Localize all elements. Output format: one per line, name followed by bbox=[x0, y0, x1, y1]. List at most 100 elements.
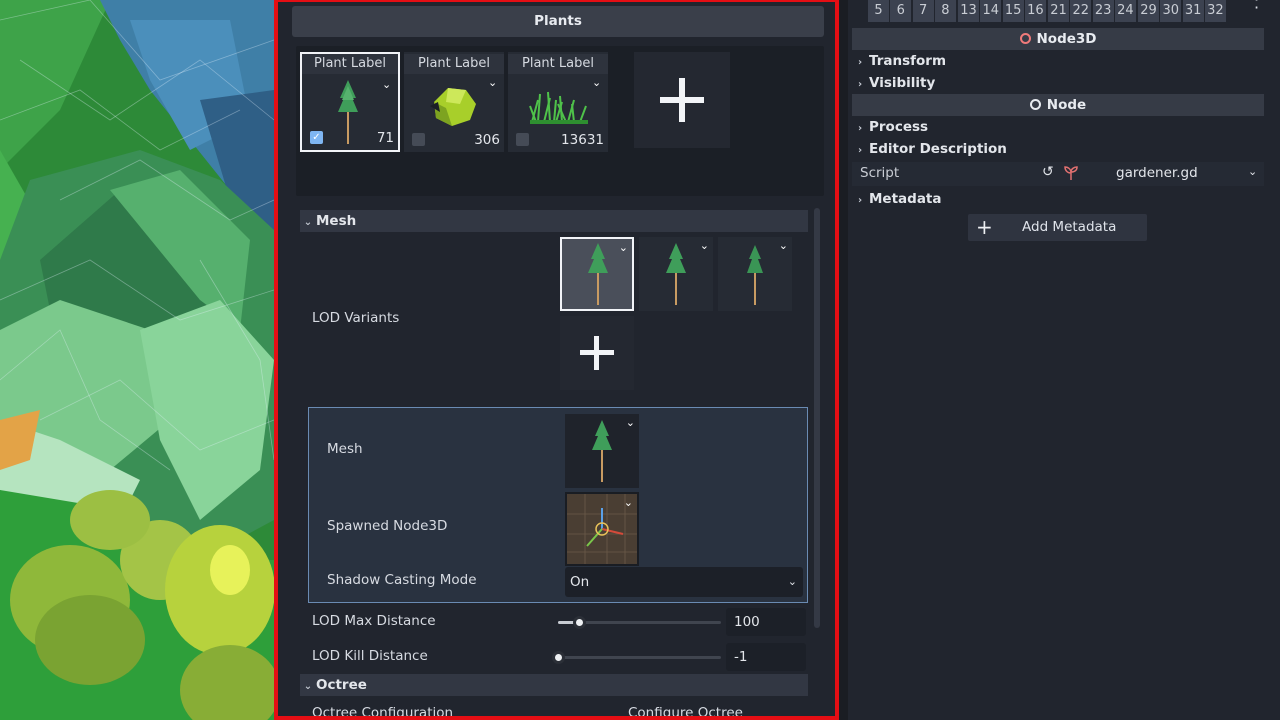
category-title: Node bbox=[1046, 97, 1087, 113]
chevron-down-icon[interactable]: ⌄ bbox=[700, 239, 709, 252]
script-label: Script bbox=[860, 165, 900, 181]
script-property: Script ↺ gardener.gd ⌄ bbox=[852, 162, 1264, 186]
chevron-right-icon: › bbox=[858, 57, 863, 68]
layer-cell[interactable]: 5 bbox=[868, 0, 889, 22]
shadow-casting-select[interactable]: On ⌄ bbox=[565, 567, 803, 597]
layer-cell[interactable]: 15 bbox=[1002, 0, 1024, 22]
chevron-down-icon: ⌄ bbox=[303, 217, 313, 228]
spawned-node3d-label: Spawned Node3D bbox=[327, 518, 448, 534]
chevron-right-icon: › bbox=[858, 145, 863, 156]
node3d-category-header: Node3D bbox=[852, 28, 1264, 50]
layer-cell[interactable]: 13 bbox=[958, 0, 979, 22]
plant-checkbox[interactable] bbox=[516, 133, 529, 146]
lod-variant-tile[interactable]: ⌄ bbox=[718, 237, 792, 311]
plants-panel: Plants Plant Label ⌄ ✓ 71 Plant Label ⌄ … bbox=[278, 0, 835, 720]
plus-icon bbox=[580, 336, 614, 370]
plus-icon: + bbox=[976, 215, 993, 239]
plant-label: Plant Label bbox=[508, 54, 608, 74]
plant-count: 71 bbox=[376, 130, 394, 146]
layer-cell[interactable]: 7 bbox=[912, 0, 934, 22]
section-title: Octree bbox=[316, 677, 367, 693]
panel-separator[interactable] bbox=[839, 0, 848, 720]
editor-description-group[interactable]: › Editor Description bbox=[858, 138, 1007, 160]
lod-variant-tile[interactable]: ⌄ bbox=[560, 237, 634, 311]
add-lod-variant-button[interactable] bbox=[560, 316, 634, 390]
group-label: Process bbox=[869, 119, 929, 135]
add-metadata-label: Add Metadata bbox=[1022, 219, 1117, 235]
group-label: Visibility bbox=[869, 75, 936, 91]
layer-cell[interactable]: 21 bbox=[1048, 0, 1069, 22]
plant-label: Plant Label bbox=[404, 54, 504, 74]
plant-inspector: ⌄ Mesh LOD Variants ⌄ ⌄ ⌄ Mesh ⌄ Spawned… bbox=[296, 206, 810, 720]
lod-max-distance-label: LOD Max Distance bbox=[312, 613, 436, 629]
lod-variants-label: LOD Variants bbox=[312, 310, 400, 326]
plant-card[interactable]: Plant Label ⌄ 306 bbox=[404, 52, 504, 152]
plant-checkbox[interactable] bbox=[412, 133, 425, 146]
revert-icon[interactable]: ↺ bbox=[1042, 164, 1054, 180]
mesh-section-header[interactable]: ⌄ Mesh bbox=[300, 210, 808, 232]
plant-checkbox[interactable]: ✓ bbox=[310, 131, 323, 144]
add-plant-button[interactable] bbox=[634, 52, 730, 148]
plant-card[interactable]: Plant Label ⌄ ✓ 71 bbox=[300, 52, 400, 152]
chevron-down-icon[interactable]: ⌄ bbox=[619, 241, 628, 254]
plant-card[interactable]: Plant Label ⌄ 13631 bbox=[508, 52, 608, 152]
chevron-down-icon[interactable]: ⌄ bbox=[624, 496, 633, 509]
plus-icon bbox=[660, 78, 704, 122]
3d-viewport[interactable] bbox=[0, 0, 274, 720]
script-value[interactable]: gardener.gd bbox=[1116, 165, 1198, 181]
shadow-casting-label: Shadow Casting Mode bbox=[327, 572, 477, 588]
octree-configuration-label: Octree Configuration bbox=[312, 705, 454, 720]
layer-cell[interactable]: 31 bbox=[1182, 0, 1204, 22]
group-label: Editor Description bbox=[869, 141, 1007, 157]
lod-max-distance-input[interactable]: 100 bbox=[726, 608, 806, 636]
plant-count: 306 bbox=[474, 132, 500, 148]
chevron-down-icon[interactable]: ⌄ bbox=[779, 239, 788, 252]
slider-handle[interactable] bbox=[573, 616, 586, 629]
section-title: Mesh bbox=[316, 213, 357, 229]
layer-cell[interactable]: 29 bbox=[1138, 0, 1159, 22]
layer-cell[interactable]: 24 bbox=[1114, 0, 1136, 22]
chevron-down-icon[interactable]: ⌄ bbox=[488, 77, 500, 89]
lod-variant-tile[interactable]: ⌄ bbox=[639, 237, 713, 311]
lod-kill-distance-input[interactable]: -1 bbox=[726, 643, 806, 671]
visibility-group[interactable]: › Visibility bbox=[858, 72, 935, 94]
octree-section-header[interactable]: ⌄ Octree bbox=[300, 674, 808, 696]
viewport-scene bbox=[0, 0, 274, 720]
mesh-resource-picker[interactable]: ⌄ bbox=[565, 414, 639, 488]
chevron-down-icon[interactable]: ⌄ bbox=[592, 77, 604, 89]
chevron-down-icon[interactable]: ⌄ bbox=[1248, 165, 1257, 178]
lod-variant-inspector: Mesh ⌄ Spawned Node3D ⌄ Shadow Casting M… bbox=[308, 407, 808, 603]
chevron-down-icon[interactable]: ⌄ bbox=[626, 416, 635, 429]
inspector-scrollbar[interactable] bbox=[814, 208, 820, 628]
chevron-right-icon: › bbox=[858, 123, 863, 134]
lod-kill-distance-label: LOD Kill Distance bbox=[312, 648, 428, 664]
process-group[interactable]: › Process bbox=[858, 116, 928, 138]
chevron-right-icon: › bbox=[858, 195, 863, 206]
layer-cell[interactable]: 16 bbox=[1024, 0, 1046, 22]
layer-cell[interactable]: 30 bbox=[1160, 0, 1182, 22]
more-options-icon[interactable]: ·· bbox=[1254, 0, 1260, 16]
node-icon bbox=[1029, 99, 1041, 110]
layer-cell[interactable]: 32 bbox=[1204, 0, 1226, 22]
layer-cell[interactable]: 14 bbox=[980, 0, 1002, 22]
metadata-group[interactable]: › Metadata bbox=[858, 188, 942, 210]
chevron-right-icon: › bbox=[858, 79, 863, 90]
lod-max-distance-slider[interactable] bbox=[558, 616, 721, 629]
layer-cell[interactable]: 23 bbox=[1092, 0, 1114, 22]
configure-octree-button[interactable]: Configure Octree bbox=[628, 705, 743, 720]
slider-handle[interactable] bbox=[552, 651, 565, 664]
lod-kill-distance-slider[interactable] bbox=[552, 651, 721, 664]
layer-cell[interactable]: 6 bbox=[890, 0, 912, 22]
mesh-label: Mesh bbox=[327, 441, 363, 457]
transform-group[interactable]: › Transform bbox=[858, 50, 946, 72]
node-inspector: 5678131415162122232429303132 ·· Node3D ›… bbox=[848, 0, 1280, 720]
layer-cell[interactable]: 8 bbox=[934, 0, 956, 22]
add-metadata-button[interactable]: + Add Metadata bbox=[968, 214, 1147, 241]
plant-list: Plant Label ⌄ ✓ 71 Plant Label ⌄ 306 Pla… bbox=[296, 46, 824, 196]
group-label: Transform bbox=[869, 53, 947, 69]
chevron-down-icon: ⌄ bbox=[787, 575, 797, 588]
node3d-icon bbox=[1019, 33, 1031, 44]
spawned-node3d-picker[interactable]: ⌄ bbox=[565, 492, 639, 566]
chevron-down-icon[interactable]: ⌄ bbox=[382, 79, 394, 91]
layer-cell[interactable]: 22 bbox=[1070, 0, 1092, 22]
